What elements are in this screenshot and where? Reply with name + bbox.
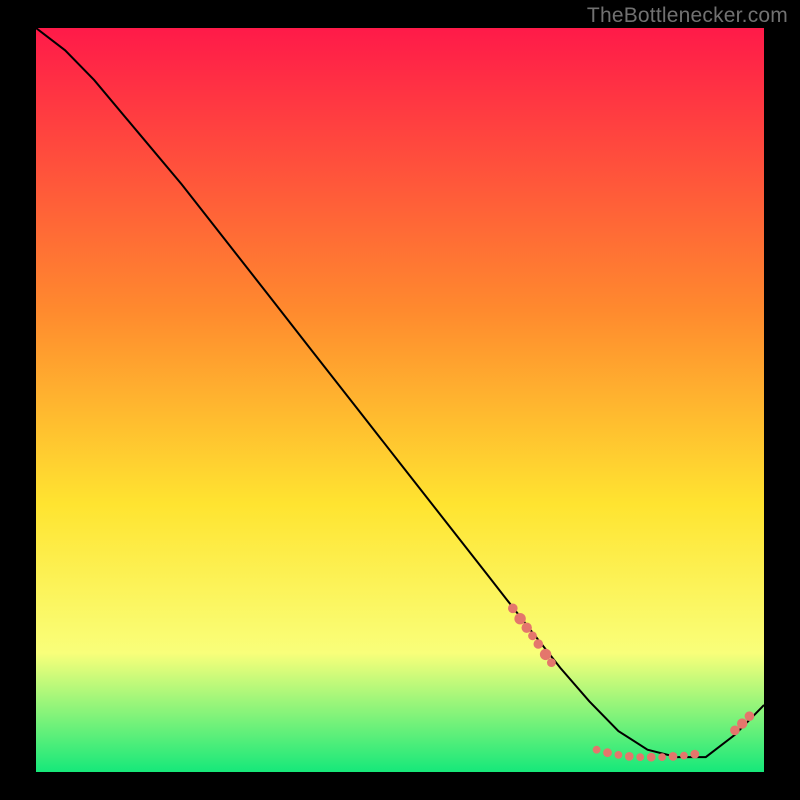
data-point xyxy=(690,750,699,759)
data-point xyxy=(615,751,623,759)
data-point xyxy=(508,604,518,614)
data-point xyxy=(540,649,551,660)
data-point xyxy=(593,746,601,754)
data-point xyxy=(669,752,678,761)
data-point xyxy=(636,753,644,761)
data-point xyxy=(625,752,634,761)
data-point xyxy=(658,753,666,761)
data-point xyxy=(603,748,612,757)
data-point xyxy=(514,613,525,624)
data-point xyxy=(745,711,755,721)
data-point xyxy=(547,658,556,667)
watermark-label: TheBottlenecker.com xyxy=(587,4,788,28)
data-point xyxy=(737,718,747,728)
data-point xyxy=(522,623,532,633)
data-point xyxy=(647,753,656,762)
data-point xyxy=(528,631,537,640)
chart-frame: TheBottlenecker.com xyxy=(0,0,800,800)
chart-svg xyxy=(36,28,764,772)
plot-area xyxy=(36,28,764,772)
data-point xyxy=(534,639,544,649)
data-point xyxy=(680,752,688,760)
